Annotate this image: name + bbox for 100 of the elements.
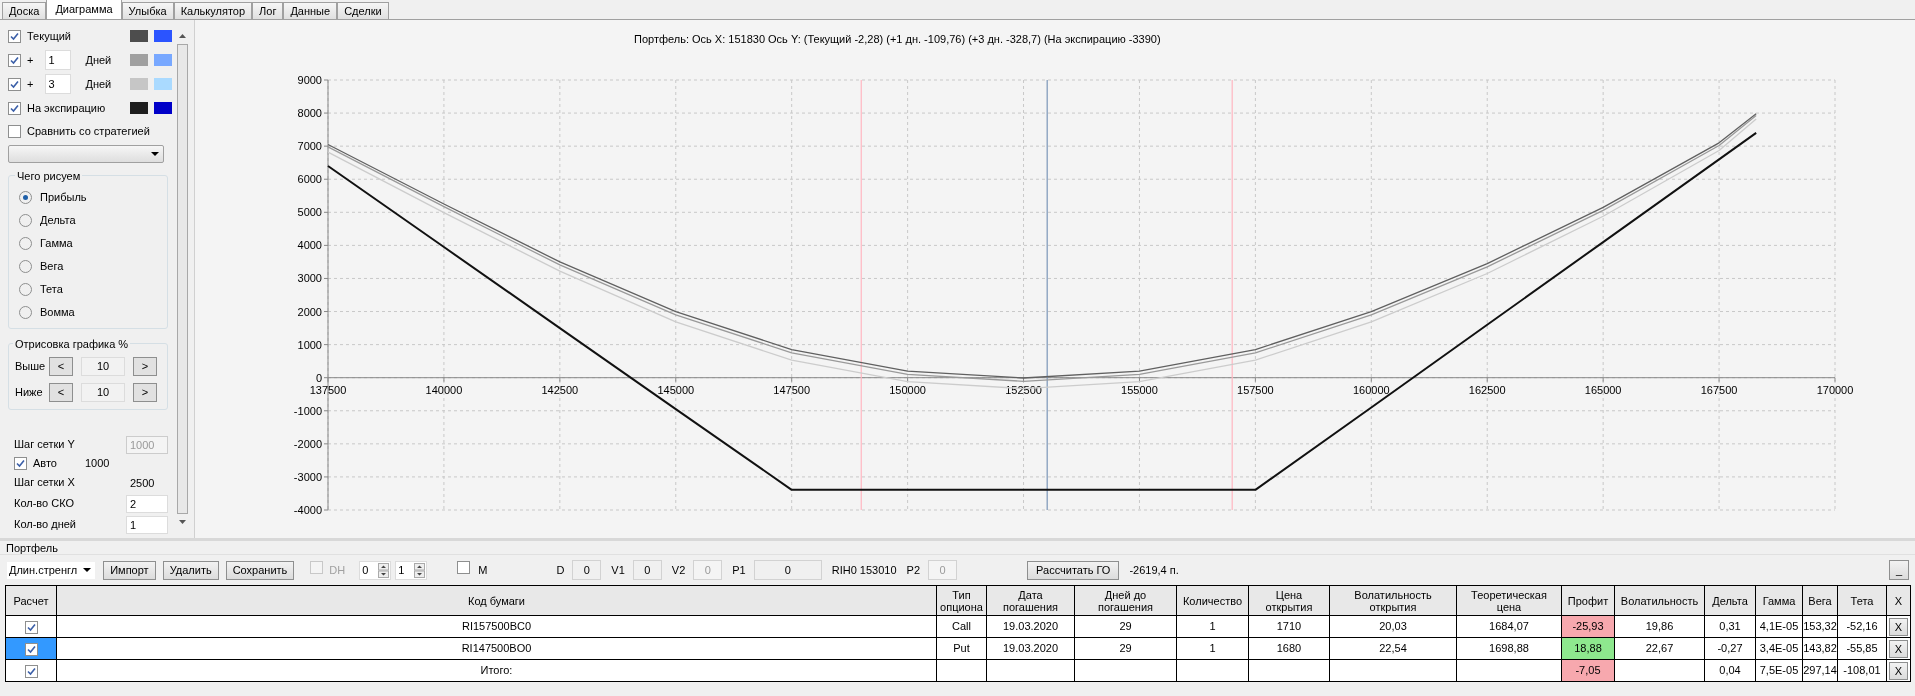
- auto-value: 1000: [85, 456, 110, 472]
- column-header[interactable]: Гамма: [1755, 585, 1803, 616]
- radio-label: Дельта: [40, 213, 76, 229]
- column-header[interactable]: Количество: [1176, 585, 1249, 616]
- delete-row-button[interactable]: X: [1889, 639, 1908, 658]
- column-header[interactable]: Расчет: [5, 585, 57, 616]
- setting-field[interactable]: 1: [126, 515, 168, 534]
- column-header[interactable]: X: [1886, 585, 1911, 616]
- days-label: Дней: [85, 52, 112, 68]
- radio-button[interactable]: [19, 214, 32, 227]
- table-cell: 29: [1074, 637, 1177, 660]
- decrease-button[interactable]: <: [49, 356, 73, 376]
- checkbox[interactable]: [24, 664, 38, 678]
- setting-field[interactable]: 2: [126, 494, 168, 513]
- column-header[interactable]: Дата погашения: [986, 585, 1075, 616]
- calculate-button[interactable]: Рассчитать ГО: [1027, 560, 1120, 580]
- tab[interactable]: Диаграмма: [46, 0, 122, 19]
- toolbar-button[interactable]: Удалить: [162, 560, 219, 580]
- x-tick-label: 152500: [1005, 383, 1042, 396]
- y-tick-label: 9000: [297, 74, 322, 86]
- strategy-dropdown[interactable]: Длин.стренгл: [6, 560, 97, 580]
- minimize-button[interactable]: _: [1889, 560, 1909, 580]
- color-swatch[interactable]: [130, 30, 148, 42]
- column-header[interactable]: Тип опциона: [936, 585, 987, 616]
- increase-button[interactable]: >: [133, 382, 157, 402]
- x-tick-label: 155000: [1121, 383, 1158, 396]
- y-tick-label: 4000: [297, 239, 322, 252]
- tab[interactable]: Сделки: [337, 2, 389, 19]
- table-cell: Put: [936, 637, 987, 660]
- delete-row-button[interactable]: X: [1889, 661, 1908, 680]
- spin-field[interactable]: 0: [359, 560, 392, 580]
- radio-button[interactable]: [19, 237, 32, 250]
- column-header[interactable]: Цена открытия: [1248, 585, 1330, 616]
- toolbar-button[interactable]: Импорт: [103, 560, 156, 580]
- increase-button[interactable]: >: [133, 356, 157, 376]
- value-field[interactable]: 0: [753, 560, 822, 580]
- checkbox[interactable]: [8, 53, 21, 67]
- tab[interactable]: Данные: [283, 2, 338, 19]
- x-tick-label: 145000: [657, 383, 695, 396]
- checkbox[interactable]: [14, 457, 27, 470]
- auto-label: Авто: [33, 456, 57, 472]
- color-swatch[interactable]: [154, 102, 172, 114]
- spin-field[interactable]: 1: [395, 560, 428, 580]
- table-cell: 153,32: [1802, 615, 1838, 638]
- value-field[interactable]: 0: [632, 560, 662, 580]
- x-tick-label: 137500: [309, 383, 347, 396]
- days-field[interactable]: 3: [45, 74, 72, 94]
- range-label: Ниже: [15, 384, 44, 400]
- y-tick-label: 6000: [297, 173, 322, 186]
- column-header[interactable]: Профит: [1561, 585, 1615, 616]
- y-tick-label: -2000: [293, 437, 322, 450]
- checkbox[interactable]: [8, 29, 21, 43]
- color-swatch[interactable]: [154, 30, 172, 42]
- table-cell: 1684,07: [1456, 615, 1562, 638]
- setting-label: Кол-во СКО: [14, 496, 75, 512]
- checkbox[interactable]: [24, 620, 38, 634]
- caret-icon: [83, 568, 92, 572]
- column-header[interactable]: Волатильность открытия: [1329, 585, 1457, 616]
- column-header[interactable]: Дельта: [1704, 585, 1756, 616]
- checkbox-cell[interactable]: [5, 637, 57, 660]
- color-swatch[interactable]: [154, 78, 172, 90]
- column-header[interactable]: Волатильность: [1614, 585, 1705, 616]
- tab[interactable]: Доска: [2, 2, 47, 19]
- range-field[interactable]: 10: [81, 356, 125, 376]
- radio-button[interactable]: [19, 260, 32, 273]
- checkbox-cell[interactable]: [5, 615, 57, 638]
- spinner-icon: [378, 562, 390, 578]
- field-label: D: [556, 562, 565, 578]
- color-swatch[interactable]: [130, 78, 148, 90]
- checkbox-cell[interactable]: [5, 659, 57, 682]
- tab[interactable]: Лог: [252, 2, 284, 19]
- checkbox[interactable]: [8, 77, 21, 91]
- range-label: Выше: [15, 358, 47, 374]
- color-swatch[interactable]: [154, 54, 172, 66]
- radio-button[interactable]: [19, 306, 32, 319]
- toolbar-button[interactable]: Сохранить: [225, 560, 295, 580]
- column-header[interactable]: Тета: [1837, 585, 1887, 616]
- color-swatch[interactable]: [130, 102, 148, 114]
- checkbox[interactable]: [457, 561, 471, 575]
- radio-button[interactable]: [19, 191, 32, 204]
- column-header[interactable]: Теоретическая цена: [1456, 585, 1562, 616]
- delete-row-button[interactable]: X: [1889, 617, 1908, 636]
- radio-label: Гамма: [40, 236, 73, 252]
- x-tick-label: 162500: [1468, 383, 1506, 396]
- strategy-dropdown[interactable]: [8, 145, 164, 163]
- color-swatch[interactable]: [130, 54, 148, 66]
- decrease-button[interactable]: <: [49, 382, 73, 402]
- column-header[interactable]: Вега: [1802, 585, 1838, 616]
- checkbox[interactable]: [8, 101, 21, 115]
- checkbox[interactable]: [8, 124, 21, 138]
- column-header[interactable]: Дней до погашения: [1074, 585, 1177, 616]
- value-field[interactable]: 0: [572, 560, 602, 580]
- tab[interactable]: Калькулятор: [173, 2, 253, 19]
- radio-button[interactable]: [19, 283, 32, 296]
- table-cell: 7,5E-05: [1755, 659, 1803, 682]
- checkbox[interactable]: [24, 642, 38, 656]
- tab[interactable]: Улыбка: [121, 2, 174, 19]
- days-field[interactable]: 1: [45, 50, 72, 70]
- column-header[interactable]: Код бумаги: [56, 585, 937, 616]
- range-field[interactable]: 10: [81, 382, 125, 402]
